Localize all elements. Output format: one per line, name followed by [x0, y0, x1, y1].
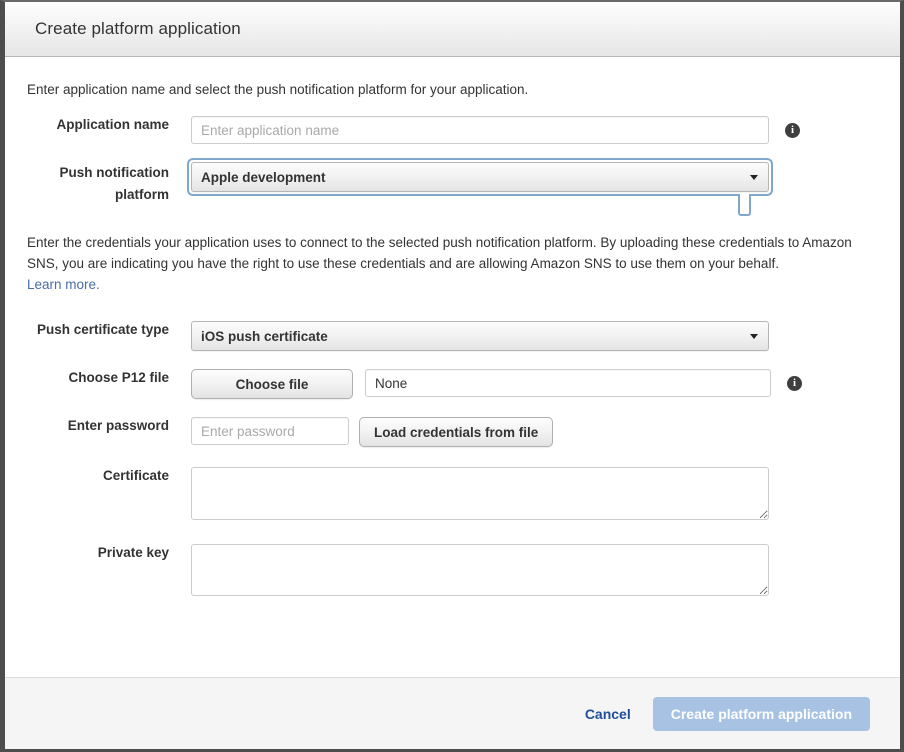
certificate-textarea[interactable] — [191, 467, 769, 520]
push-notification-platform-label-line2: platform — [25, 184, 169, 206]
form-row-certificate: Certificate — [25, 467, 880, 520]
info-icon[interactable]: i — [787, 376, 802, 391]
form-row-push-notification-platform: Push notification platform Apple develop… — [25, 162, 880, 206]
form-row-private-key: Private key — [25, 544, 880, 596]
push-notification-platform-control: Apple development — [191, 162, 880, 192]
create-platform-application-dialog: Create platform application Enter applic… — [0, 0, 904, 752]
push-certificate-type-label: Push certificate type — [25, 321, 191, 338]
create-platform-application-button[interactable]: Create platform application — [653, 697, 870, 731]
enter-password-label: Enter password — [25, 417, 191, 434]
intro-text: Enter application name and select the pu… — [25, 79, 880, 100]
chevron-down-icon — [750, 334, 758, 339]
push-certificate-type-select-wrapper[interactable]: iOS push certificate — [191, 321, 769, 351]
cancel-button[interactable]: Cancel — [585, 706, 631, 722]
credentials-text-body: Enter the credentials your application u… — [27, 235, 852, 271]
form-row-push-certificate-type: Push certificate type iOS push certifica… — [25, 321, 880, 351]
push-notification-platform-label-line1: Push notification — [25, 162, 169, 184]
learn-more-link[interactable]: Learn more. — [27, 277, 100, 292]
push-certificate-type-control: iOS push certificate — [191, 321, 880, 351]
application-name-control: i — [191, 116, 880, 144]
push-certificate-type-select[interactable]: iOS push certificate — [191, 321, 769, 351]
info-icon[interactable]: i — [785, 123, 800, 138]
choose-p12-file-label: Choose P12 file — [25, 369, 191, 386]
dialog-footer: Cancel Create platform application — [5, 677, 900, 749]
dialog-body: Enter application name and select the pu… — [5, 57, 900, 675]
certificate-control — [191, 467, 880, 520]
form-row-application-name: Application name i — [25, 116, 880, 144]
choose-p12-file-control: Choose file i — [191, 369, 880, 399]
enter-password-control: Load credentials from file — [191, 417, 880, 447]
push-certificate-type-selected-value: iOS push certificate — [201, 329, 328, 344]
chosen-filename-display[interactable] — [365, 369, 771, 397]
choose-file-button[interactable]: Choose file — [191, 369, 353, 399]
push-notification-platform-select[interactable]: Apple development — [191, 162, 769, 192]
form-row-choose-p12-file: Choose P12 file Choose file i — [25, 369, 880, 399]
load-credentials-from-file-button[interactable]: Load credentials from file — [359, 417, 553, 447]
chevron-down-icon — [750, 175, 758, 180]
certificate-label: Certificate — [25, 467, 191, 484]
dialog-title: Create platform application — [35, 19, 241, 39]
push-notification-platform-label: Push notification platform — [25, 162, 191, 206]
push-notification-platform-selected-value: Apple development — [201, 170, 326, 185]
push-notification-platform-select-wrapper[interactable]: Apple development — [191, 162, 769, 192]
password-input[interactable] — [191, 417, 349, 445]
select-focus-stem — [738, 194, 751, 216]
private-key-textarea[interactable] — [191, 544, 769, 596]
dialog-header: Create platform application — [5, 2, 900, 57]
private-key-label: Private key — [25, 544, 191, 561]
credentials-text: Enter the credentials your application u… — [25, 232, 870, 295]
form-row-enter-password: Enter password Load credentials from fil… — [25, 417, 880, 447]
application-name-label: Application name — [25, 116, 191, 133]
application-name-input[interactable] — [191, 116, 769, 144]
private-key-control — [191, 544, 880, 596]
